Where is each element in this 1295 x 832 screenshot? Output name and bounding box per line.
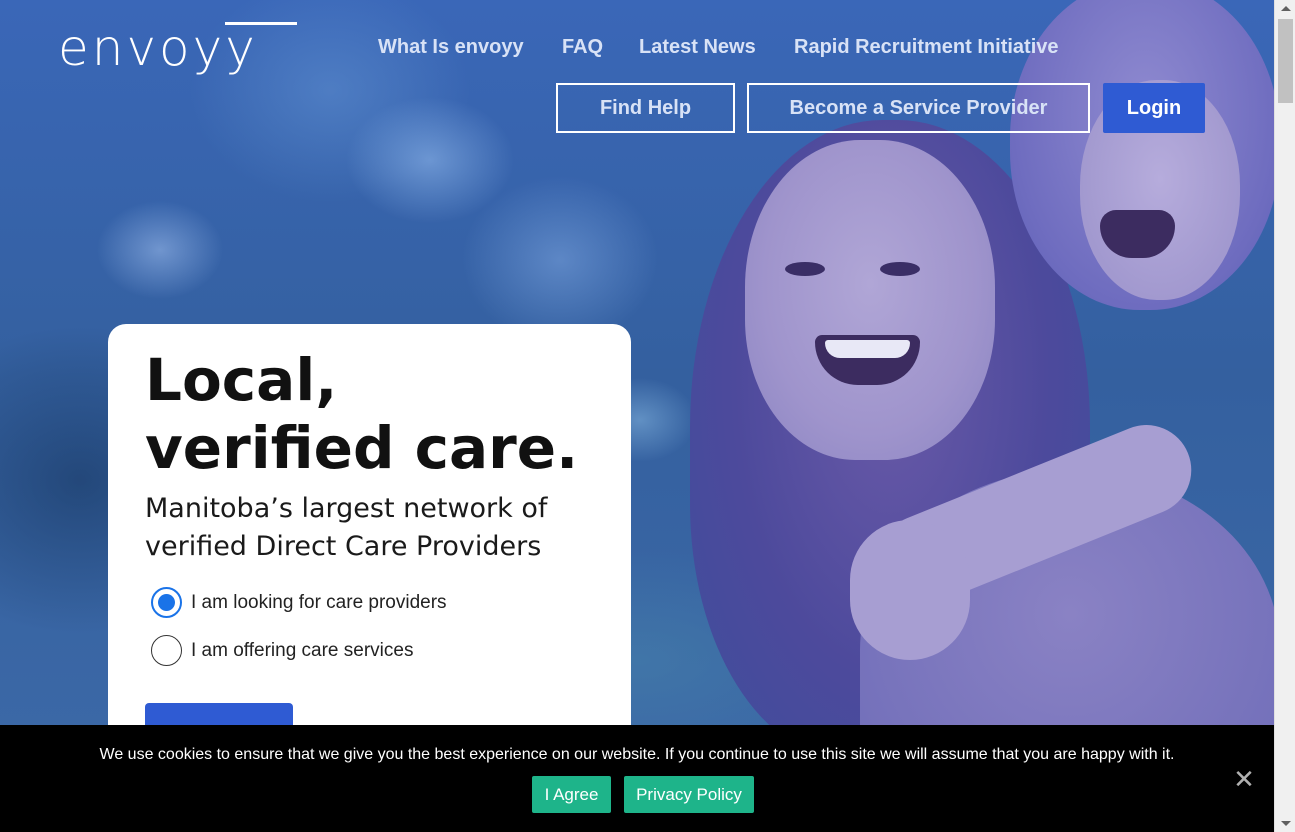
envoyy-logo[interactable]: envoyy: [58, 18, 258, 78]
hero-photo-mother-teeth: [825, 340, 910, 358]
privacy-policy-button[interactable]: Privacy Policy: [624, 776, 754, 813]
option-label-looking[interactable]: I am looking for care providers: [191, 592, 447, 614]
scroll-up-arrow-icon[interactable]: [1275, 0, 1295, 17]
option-offering-care[interactable]: I am offering care services: [151, 635, 413, 666]
hero-title: Local, verified care.: [145, 346, 579, 482]
login-button[interactable]: Login: [1103, 83, 1205, 133]
vertical-scrollbar[interactable]: [1274, 0, 1295, 832]
option-looking-for-care[interactable]: I am looking for care providers: [151, 587, 447, 618]
nav-link-faq[interactable]: FAQ: [562, 36, 603, 59]
close-icon[interactable]: ✕: [1232, 766, 1256, 792]
become-provider-button[interactable]: Become a Service Provider: [747, 83, 1090, 133]
nav-link-what-is-envoyy[interactable]: What Is envoyy: [378, 36, 524, 59]
scrollbar-thumb[interactable]: [1278, 19, 1293, 103]
radio-offering-care[interactable]: [151, 635, 182, 666]
find-help-button[interactable]: Find Help: [556, 83, 735, 133]
hero-card: Local, verified care. Manitoba’s largest…: [108, 324, 631, 784]
cookie-agree-button[interactable]: I Agree: [532, 776, 611, 813]
hero-photo-child-hand: [850, 520, 970, 660]
hero-subtitle: Manitoba’s largest network of verified D…: [145, 493, 548, 562]
option-label-offering[interactable]: I am offering care services: [191, 640, 413, 662]
hero-photo-eye-right: [880, 262, 920, 276]
scroll-down-arrow-icon[interactable]: [1275, 815, 1295, 832]
logo-accent-bar: [225, 22, 297, 25]
hero-photo-eye-left: [785, 262, 825, 276]
nav-link-rapid-recruitment[interactable]: Rapid Recruitment Initiative: [794, 36, 1059, 59]
radio-looking-for-care[interactable]: [151, 587, 182, 618]
hero-photo-mother-face: [745, 140, 995, 460]
nav-link-latest-news[interactable]: Latest News: [639, 36, 756, 59]
cookie-message: We use cookies to ensure that we give yo…: [99, 746, 1175, 763]
cookie-consent-bar: We use cookies to ensure that we give yo…: [0, 725, 1274, 832]
